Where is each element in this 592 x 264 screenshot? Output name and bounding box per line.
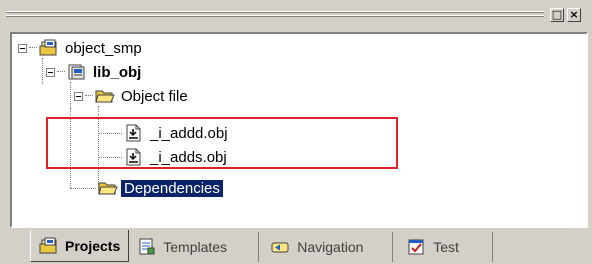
tab-templates[interactable]: Templates [129,232,260,262]
object-file-icon [124,124,144,142]
tree-node-file[interactable]: _i_adds.obj [124,145,227,169]
tree-label-project: lib_obj [93,63,142,81]
tree-node-file[interactable]: _i_addd.obj [124,121,228,145]
tree-node-root[interactable]: object_smp [18,36,142,60]
collapse-toggle[interactable] [18,43,27,53]
navigation-icon [271,238,291,256]
test-icon [407,238,427,256]
workspace-icon [39,39,59,57]
tree-label-dependencies: Dependencies [121,179,223,197]
tab-label: Projects [65,237,121,254]
tab-test[interactable]: Test [393,232,494,262]
project-icon [67,63,87,81]
tab-navigation[interactable]: Navigation [259,232,394,262]
collapse-toggle[interactable] [74,91,83,101]
tree-label-folder: Object file [121,87,188,105]
tab-projects[interactable]: Projects [30,230,130,262]
tree-label-file: _i_addd.obj [150,124,228,142]
panel-titlebar[interactable]: □ × [4,6,588,26]
tree-node-folder[interactable]: Object file [74,84,188,108]
tree-node-dependencies[interactable]: Dependencies [98,176,223,200]
tab-bar: Projects Templates Navigation Test [30,230,494,264]
projects-icon [39,237,59,255]
tab-label: Test [433,239,459,255]
folder-icon [98,179,118,197]
tree-node-project[interactable]: lib_obj [46,60,141,84]
templates-icon [137,238,157,256]
tab-label: Navigation [297,239,364,255]
restore-button[interactable]: □ [550,8,564,22]
drag-grip[interactable] [6,10,544,20]
object-file-icon [124,148,144,166]
workspace-panel: □ × object_smp lib_obj Object file _i_ad… [0,0,592,264]
project-tree[interactable]: object_smp lib_obj Object file _i_addd.o… [10,32,588,228]
collapse-toggle[interactable] [46,67,55,77]
tree-label-file: _i_adds.obj [150,148,227,166]
close-button[interactable]: × [567,8,581,22]
tree-label-root: object_smp [65,39,142,57]
tab-label: Templates [163,239,228,255]
open-folder-icon [95,87,115,105]
